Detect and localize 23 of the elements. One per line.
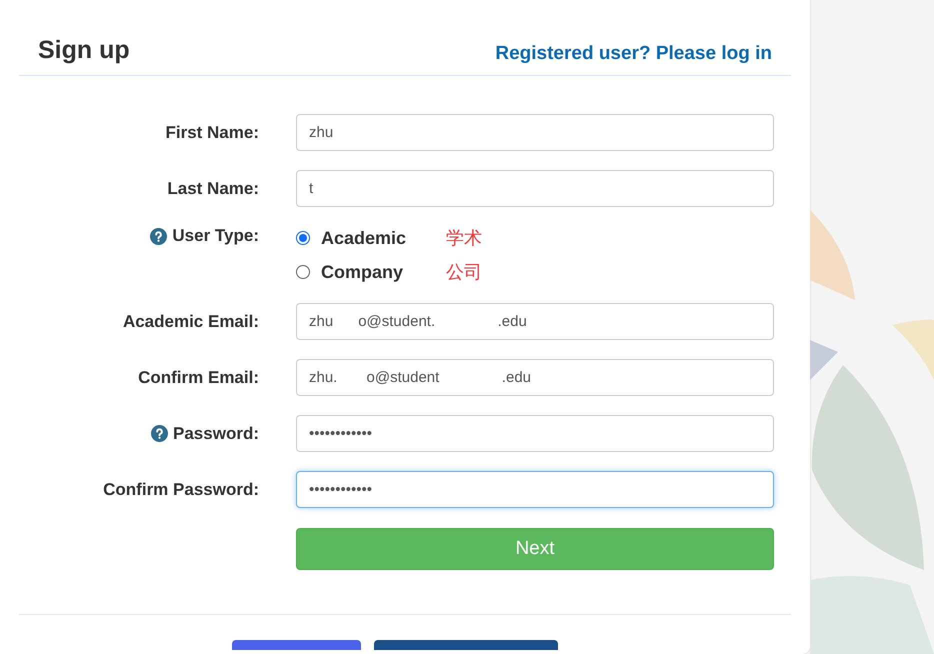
text-field[interactable]: •••••••••••• <box>296 415 774 452</box>
radio-button[interactable] <box>296 265 310 279</box>
radio-button[interactable] <box>296 231 310 245</box>
text-field[interactable]: •••••••••••• <box>296 471 774 508</box>
annotation-text: 学术 <box>446 227 482 250</box>
field-label: Last Name: <box>167 178 259 198</box>
text-field[interactable]: t <box>296 170 774 207</box>
help-icon[interactable] <box>150 228 168 244</box>
field-label: Confirm Email: <box>138 368 259 388</box>
page-title: Sign up <box>38 36 130 65</box>
annotation-text: 公司 <box>446 261 482 284</box>
login-link[interactable]: Registered user? Please log in <box>495 43 772 65</box>
field-label: User Type: <box>172 226 259 246</box>
field-label: First Name: <box>165 122 259 142</box>
radio-label[interactable]: Company <box>321 262 446 282</box>
help-icon[interactable] <box>151 425 168 442</box>
text-field[interactable]: zhu <box>296 114 774 151</box>
field-label: Academic Email: <box>122 312 259 332</box>
field-label: Confirm Password: <box>103 480 259 500</box>
text-field[interactable]: zhu. o@student .edu <box>296 359 774 396</box>
radio-label[interactable]: Academic <box>321 228 446 248</box>
text-field[interactable]: zhu o@student. .edu <box>296 303 774 340</box>
field-label: Password: <box>173 424 259 444</box>
